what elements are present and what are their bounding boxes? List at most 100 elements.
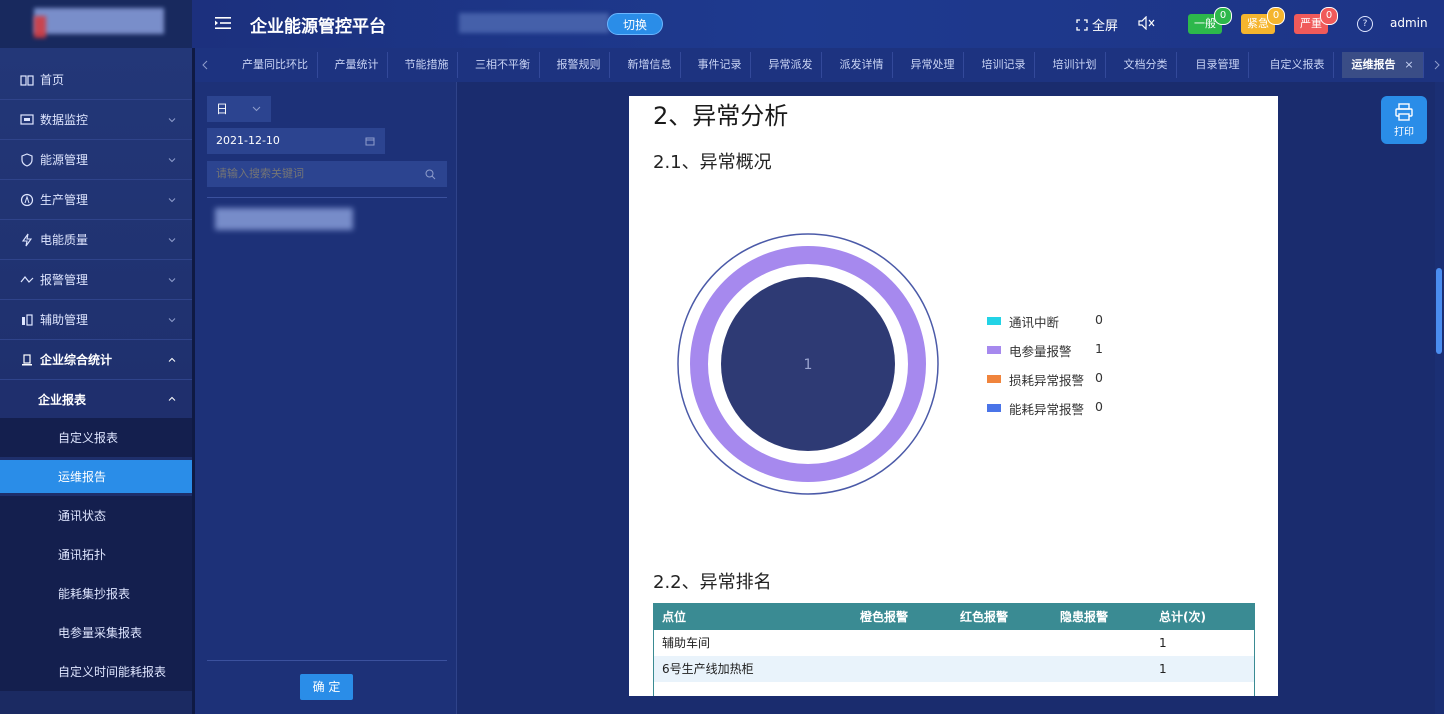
tab-label: 运维报告 (1351, 58, 1396, 71)
sidebar-item-home[interactable]: 首页 (0, 60, 192, 100)
period-select[interactable]: 日 (207, 96, 271, 122)
switch-button[interactable]: 切换 (607, 13, 663, 35)
tab-exception-handling[interactable]: 异常处理 (902, 52, 964, 78)
sidebar-subitem-energy-reading-report[interactable]: 能耗集抄报表 (0, 574, 192, 613)
overview-title: 2.1、异常概况 (653, 152, 772, 173)
tab-maintenance-report[interactable]: 运维报告 × (1342, 52, 1424, 78)
close-icon[interactable]: × (1404, 58, 1413, 71)
alarm-icon (20, 275, 34, 283)
tab-training-records[interactable]: 培训记录 (973, 52, 1035, 78)
tab-custom-report[interactable]: 自定义报表 (1261, 52, 1334, 78)
menu-toggle-icon[interactable] (214, 14, 232, 32)
sidebar-group-enterprise-report[interactable]: 企业报表 (0, 380, 192, 418)
fullscreen-button[interactable]: 全屏 (1076, 15, 1118, 34)
sidebar-subitem-maintenance-report[interactable]: 运维报告 (0, 460, 192, 493)
sidebar-subitem-comm-status[interactable]: 通讯状态 (0, 496, 192, 535)
tab-doc-category[interactable]: 文档分类 (1115, 52, 1177, 78)
period-value: 日 (216, 102, 229, 116)
tab-exception-dispatch[interactable]: 异常派发 (760, 52, 822, 78)
filter-panel: 日 2021-12-10 确 定 (195, 82, 457, 714)
tab-yoy[interactable]: 产量同比环比 (233, 52, 318, 78)
legend-item[interactable]: 电参量报警 1 (987, 341, 1127, 359)
alarm-normal-count: 0 (1214, 7, 1232, 25)
search-input[interactable] (207, 161, 447, 187)
search-icon[interactable] (425, 169, 436, 180)
sidebar-subitem-custom-time-energy-report[interactable]: 自定义时间能耗报表 (0, 652, 192, 691)
chevron-up-icon (168, 396, 176, 401)
tab-bar: 产量同比环比 产量统计 节能措施 三相不平衡 报警规则 新增信息 事件记录 异常… (195, 48, 1444, 82)
date-picker[interactable]: 2021-12-10 (207, 128, 385, 154)
tab-event-log[interactable]: 事件记录 (689, 52, 751, 78)
scrollbar[interactable] (1435, 82, 1444, 714)
chevron-down-icon (168, 237, 176, 242)
chevron-down-icon (168, 197, 176, 202)
sidebar-item-statistics[interactable]: 企业综合统计 (0, 340, 192, 380)
sidebar-subitem-comm-topology[interactable]: 通讯拓扑 (0, 535, 192, 574)
legend-item[interactable]: 损耗异常报警 0 (987, 370, 1127, 388)
tab-training-plan[interactable]: 培训计划 (1044, 52, 1106, 78)
chevron-down-icon (252, 106, 261, 112)
sidebar-item-data-monitor[interactable]: 数据监控 (0, 100, 192, 140)
sidebar-subitem-label: 能耗集抄报表 (58, 587, 131, 601)
sidebar: 首页 数据监控 能源管理 生产管理 电能质量 报警管理 辅助管理 企业综合统计 … (0, 48, 195, 714)
sidebar-item-energy[interactable]: 能源管理 (0, 140, 192, 180)
sidebar-subitem-label: 自定义报表 (58, 431, 119, 445)
alarm-normal-badge[interactable]: 一般 0 (1188, 7, 1232, 34)
tab-output-statistics[interactable]: 产量统计 (326, 52, 388, 78)
legend-item[interactable]: 通讯中断 0 (987, 312, 1127, 330)
help-icon[interactable]: ? (1357, 16, 1373, 32)
app-title: 企业能源管控平台 (250, 17, 386, 37)
alarm-normal-label: 一般 (1194, 17, 1216, 30)
sidebar-item-production[interactable]: 生产管理 (0, 180, 192, 220)
column-header-total: 总计(次) (1159, 610, 1206, 624)
panel-divider (207, 660, 447, 661)
tree-node[interactable] (215, 208, 353, 230)
tab-new-info[interactable]: 新增信息 (619, 52, 681, 78)
sidebar-subitem-label: 电参量采集报表 (58, 626, 143, 640)
sidebar-subitem-label: 通讯拓扑 (58, 548, 107, 562)
chevron-up-icon (168, 357, 176, 362)
alarm-severe-count: 0 (1320, 7, 1338, 25)
column-header-red-alarm: 红色报警 (960, 610, 1009, 624)
user-name[interactable]: admin (1390, 16, 1428, 30)
alarm-urgent-label: 紧急 (1247, 17, 1269, 30)
sidebar-item-power-quality[interactable]: 电能质量 (0, 220, 192, 260)
print-button[interactable]: 打印 (1381, 96, 1427, 144)
sidebar-subitem-custom-report[interactable]: 自定义报表 (0, 418, 192, 457)
sidebar-item-label: 首页 (40, 73, 65, 87)
table-row: 辅助车间 1 (654, 630, 1254, 656)
print-label: 打印 (1394, 127, 1414, 138)
chevron-down-icon (168, 277, 176, 282)
confirm-button[interactable]: 确 定 (300, 674, 353, 700)
tab-energy-saving[interactable]: 节能措施 (396, 52, 458, 78)
assist-icon (22, 313, 33, 326)
sidebar-item-label: 报警管理 (40, 273, 89, 287)
sidebar-item-label: 能源管理 (40, 153, 89, 167)
mute-icon[interactable] (1138, 16, 1156, 30)
alarm-severe-badge[interactable]: 严重 0 (1294, 7, 1338, 34)
tab-directory[interactable]: 目录管理 (1187, 52, 1249, 78)
monitor-icon (20, 113, 34, 125)
tab-three-phase[interactable]: 三相不平衡 (466, 52, 540, 78)
alarm-urgent-badge[interactable]: 紧急 0 (1241, 7, 1285, 34)
organization-selector[interactable] (459, 13, 609, 33)
tab-dispatch-detail[interactable]: 派发详情 (831, 52, 893, 78)
legend-swatch (987, 375, 1001, 383)
scrollbar-thumb[interactable] (1436, 268, 1442, 354)
logo (0, 0, 192, 48)
tab-alarm-rules[interactable]: 报警规则 (548, 52, 610, 78)
column-header-hazard-alarm: 隐患报警 (1060, 610, 1109, 624)
production-icon (20, 193, 34, 206)
sidebar-item-alarm[interactable]: 报警管理 (0, 260, 192, 300)
legend-item[interactable]: 能耗异常报警 0 (987, 399, 1127, 417)
sidebar-subitem-electrical-collection-report[interactable]: 电参量采集报表 (0, 613, 192, 652)
pie-center-label: 1 (804, 357, 813, 373)
lightning-icon (21, 233, 33, 246)
legend-value: 0 (1095, 312, 1103, 327)
sidebar-item-assist[interactable]: 辅助管理 (0, 300, 192, 340)
legend-label: 电参量报警 (1009, 344, 1072, 359)
tab-scroll-right-icon[interactable] (1433, 60, 1441, 70)
table-row: 6号生产线加热柜 1 (654, 656, 1254, 682)
sidebar-item-label: 生产管理 (40, 193, 89, 207)
tab-scroll-left-icon[interactable] (201, 60, 209, 70)
